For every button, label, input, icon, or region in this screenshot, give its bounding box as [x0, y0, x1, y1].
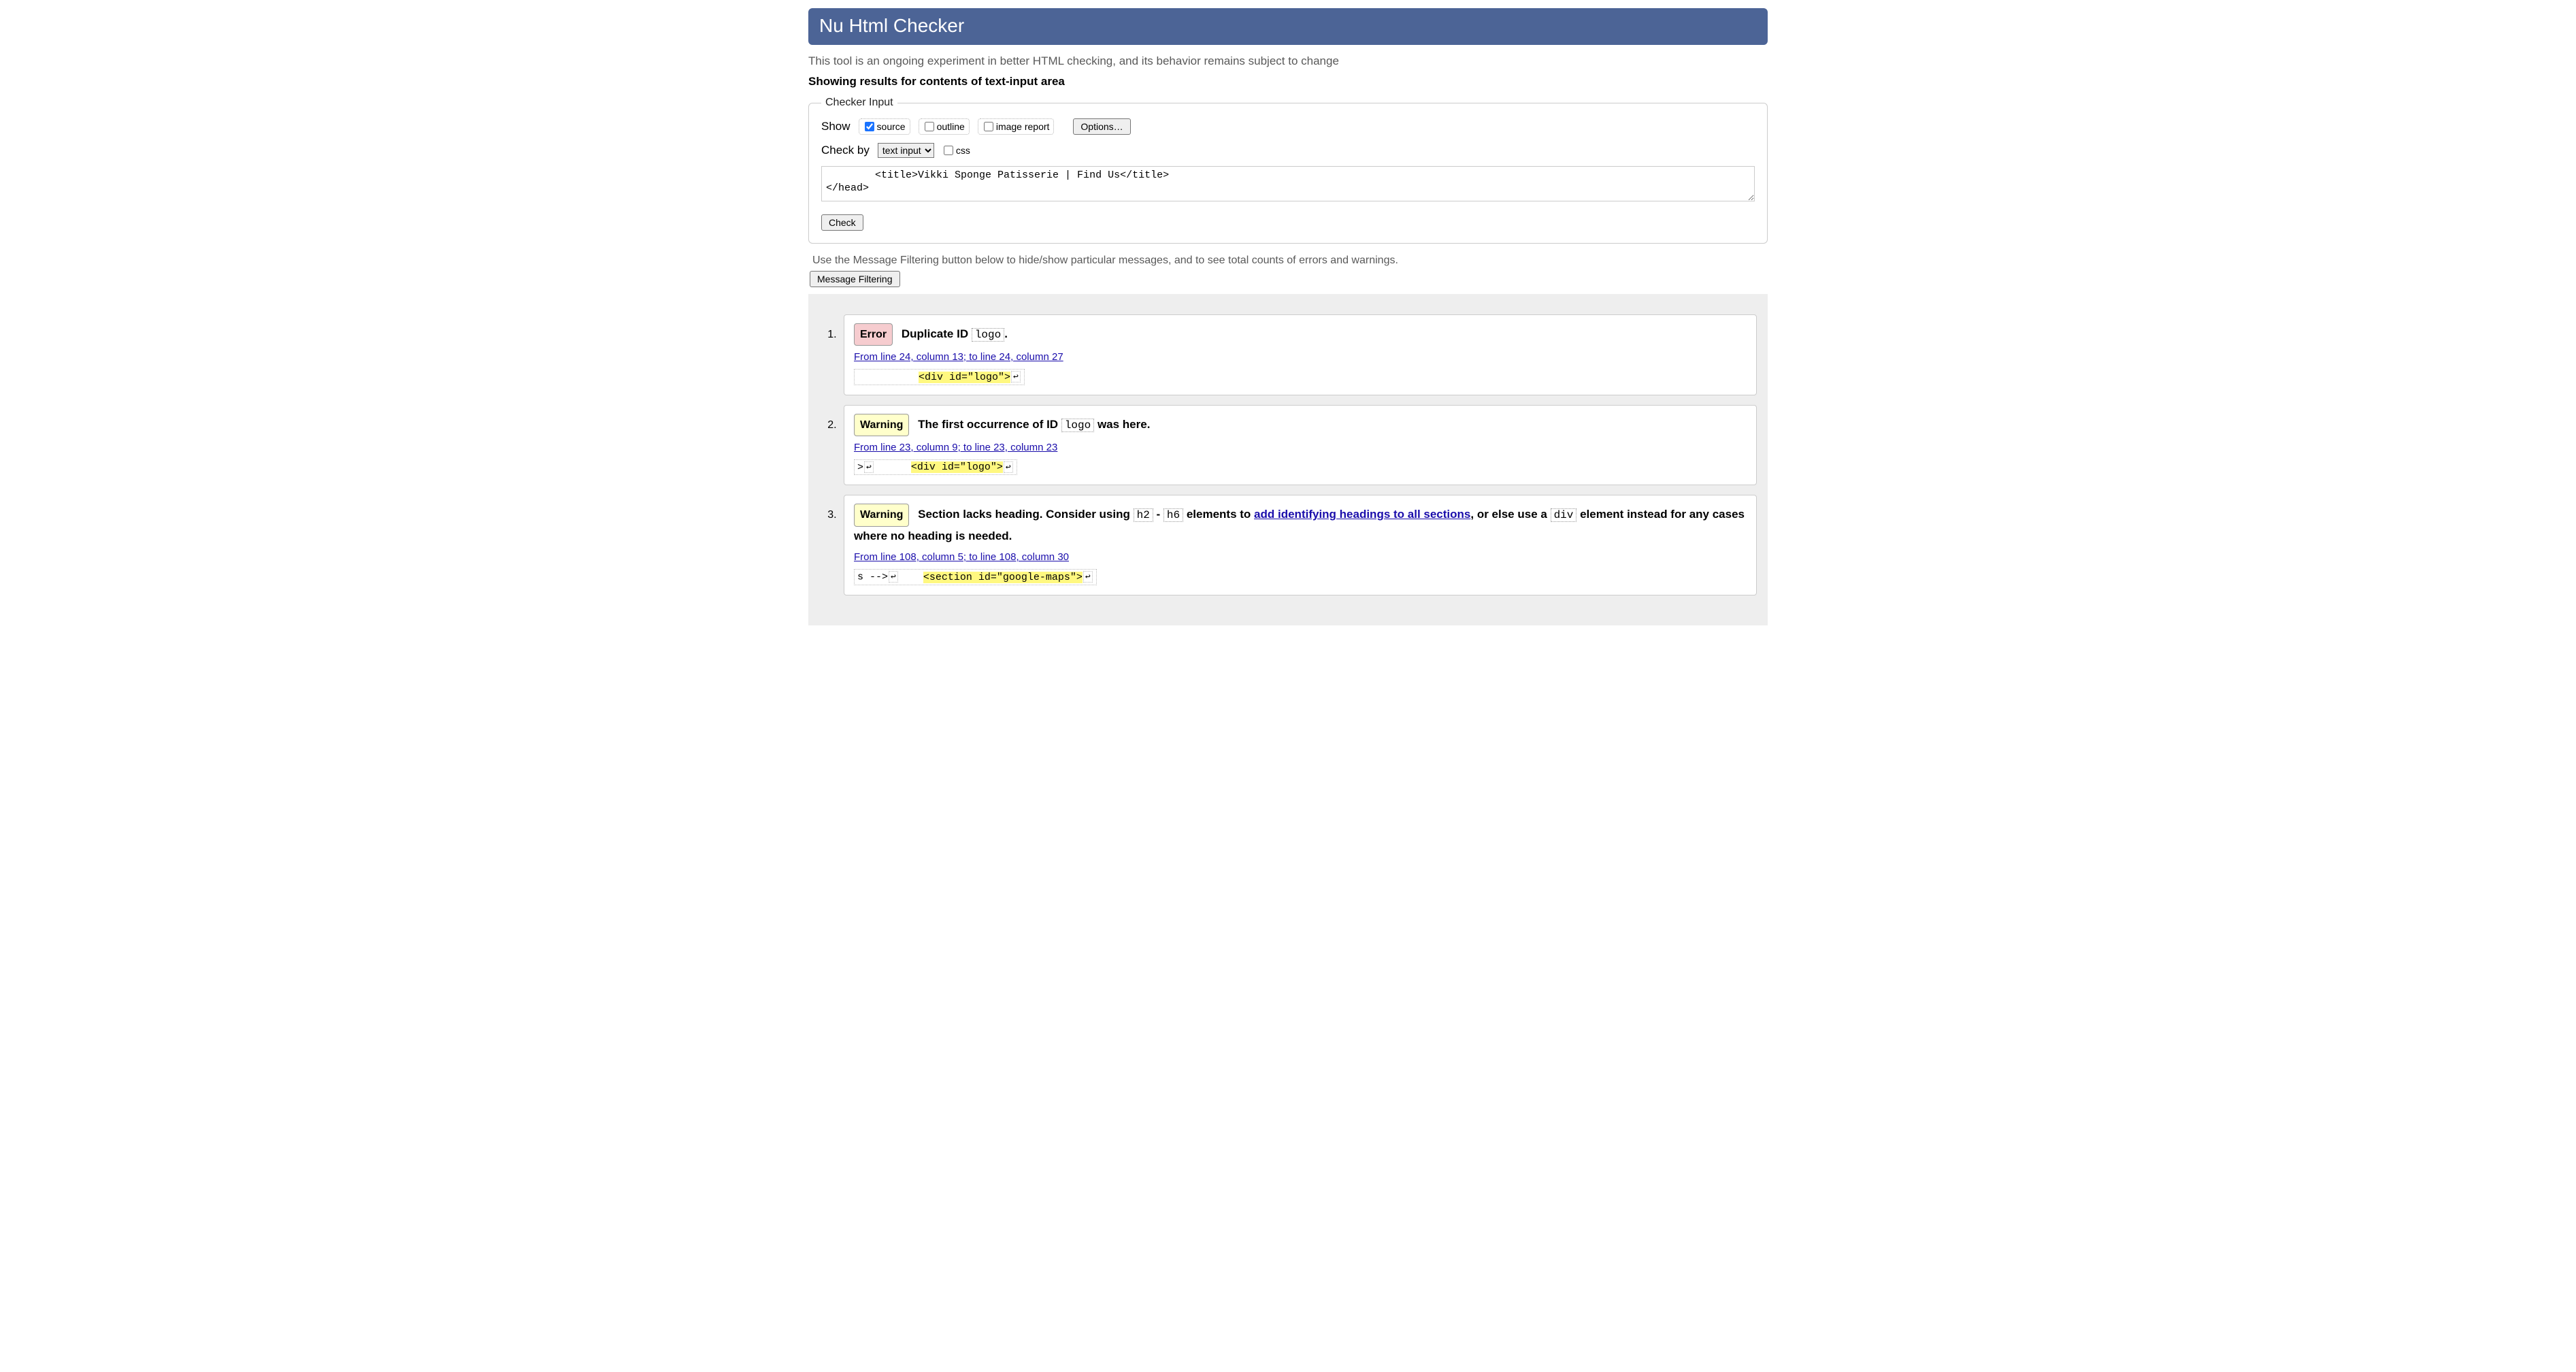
- code-chip: logo: [1061, 419, 1094, 432]
- message-item: Warning Section lacks heading. Consider …: [840, 495, 1757, 595]
- warning-badge: Warning: [854, 504, 909, 526]
- check-by-label: Check by: [821, 144, 870, 157]
- page-banner: Nu Html Checker: [808, 8, 1768, 45]
- message-location-link[interactable]: From line 24, column 13; to line 24, col…: [854, 351, 1063, 363]
- checker-input-legend: Checker Input: [821, 97, 897, 109]
- options-button[interactable]: Options…: [1073, 118, 1130, 135]
- css-checkbox-wrap[interactable]: css: [938, 143, 974, 158]
- filter-note: Use the Message Filtering button below t…: [812, 255, 1768, 267]
- source-checkbox-wrap[interactable]: source: [859, 118, 910, 135]
- message-item: Error Duplicate ID logo. From line 24, co…: [840, 314, 1757, 395]
- outline-checkbox[interactable]: [925, 122, 934, 131]
- check-by-row: Check by text input css: [821, 143, 1755, 158]
- source-checkbox-label: source: [877, 121, 906, 132]
- image-report-checkbox[interactable]: [984, 122, 993, 131]
- results-panel: Error Duplicate ID logo. From line 24, co…: [808, 294, 1768, 625]
- error-badge: Error: [854, 323, 893, 346]
- message-heading: Warning The first occurrence of ID logo …: [854, 414, 1747, 436]
- css-checkbox[interactable]: [944, 146, 953, 155]
- check-button[interactable]: Check: [821, 214, 863, 231]
- image-report-checkbox-label: image report: [996, 121, 1050, 132]
- message-heading: Warning Section lacks heading. Consider …: [854, 504, 1747, 546]
- message-extract: <div id="logo">↩: [854, 369, 1025, 385]
- show-row: Show source outline image report Options…: [821, 118, 1755, 135]
- css-checkbox-label: css: [956, 145, 970, 156]
- message-location-link[interactable]: From line 23, column 9; to line 23, colu…: [854, 442, 1057, 453]
- code-chip: logo: [972, 328, 1004, 342]
- outline-checkbox-label: outline: [937, 121, 965, 132]
- message-filtering-button[interactable]: Message Filtering: [810, 271, 900, 287]
- checker-input-fieldset: Checker Input Show source outline image …: [808, 97, 1768, 244]
- page-title: Nu Html Checker: [819, 15, 1757, 37]
- message-location-link[interactable]: From line 108, column 5; to line 108, co…: [854, 551, 1069, 563]
- message-list: Error Duplicate ID logo. From line 24, co…: [819, 314, 1757, 595]
- code-chip: h2: [1134, 508, 1153, 522]
- source-textarea[interactable]: [821, 166, 1755, 201]
- message-item: Warning The first occurrence of ID logo …: [840, 405, 1757, 486]
- warning-badge: Warning: [854, 414, 909, 436]
- outline-checkbox-wrap[interactable]: outline: [919, 118, 970, 135]
- source-checkbox[interactable]: [865, 122, 874, 131]
- check-by-select[interactable]: text input: [878, 143, 934, 158]
- message-extract: >↩ <div id="logo">↩: [854, 459, 1017, 475]
- message-extract: s -->↩ <section id="google-maps">↩: [854, 569, 1097, 585]
- code-chip: h6: [1163, 508, 1183, 522]
- image-report-checkbox-wrap[interactable]: image report: [978, 118, 1055, 135]
- message-help-link[interactable]: add identifying headings to all sections: [1254, 508, 1470, 521]
- code-chip: div: [1551, 508, 1577, 522]
- results-subheading: Showing results for contents of text-inp…: [808, 75, 1768, 88]
- show-label: Show: [821, 120, 851, 133]
- message-heading: Error Duplicate ID logo.: [854, 323, 1747, 346]
- intro-text: This tool is an ongoing experiment in be…: [808, 54, 1768, 68]
